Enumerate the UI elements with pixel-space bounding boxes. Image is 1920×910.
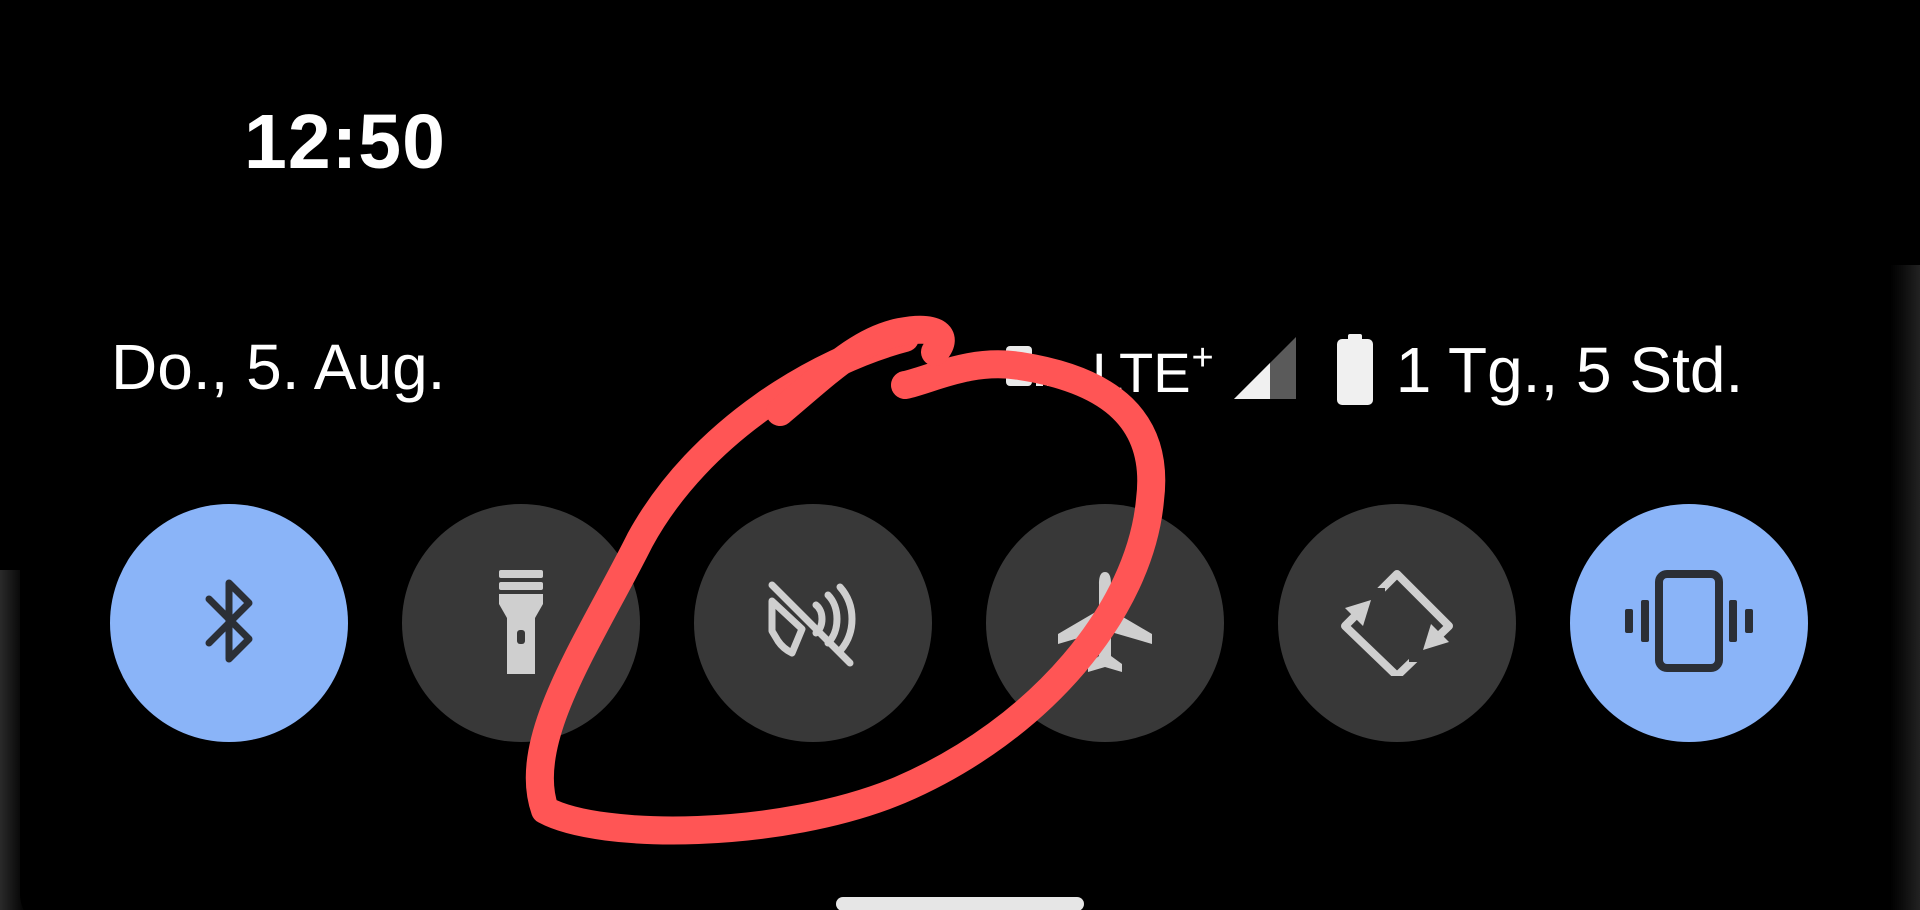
rotate-icon (1337, 566, 1457, 681)
tile-vibrate[interactable] (1570, 504, 1808, 742)
quick-settings-date[interactable]: Do., 5. Aug. (111, 335, 445, 399)
battery-estimate: 1 Tg., 5 Std. (1395, 334, 1744, 406)
network-type-text: LTE (1092, 341, 1191, 404)
tile-flashlight[interactable] (402, 504, 640, 742)
bluetooth-icon (189, 571, 269, 676)
signal-strength-icon (1230, 337, 1300, 403)
tile-sound-muted[interactable] (694, 504, 932, 742)
tile-bluetooth[interactable] (110, 504, 348, 742)
flashlight-icon (486, 566, 556, 681)
vibrate-icon (1619, 566, 1759, 681)
background-edge-right (1890, 265, 1920, 910)
tile-auto-rotate[interactable] (1278, 504, 1516, 742)
panel-drag-handle[interactable] (836, 897, 1084, 910)
tile-airplane-mode[interactable] (986, 504, 1224, 742)
status-icons-row: LTE+ 1 Tg., 5 Std. (1000, 334, 1744, 406)
network-type-label: LTE+ (1092, 339, 1214, 401)
battery-icon (1336, 334, 1374, 406)
status-clock: 12:50 (244, 99, 446, 185)
airplane-icon (1050, 566, 1160, 681)
mute-icon (758, 571, 868, 676)
network-type-plus: + (1191, 337, 1214, 379)
dual-sim-icon (1000, 340, 1062, 400)
